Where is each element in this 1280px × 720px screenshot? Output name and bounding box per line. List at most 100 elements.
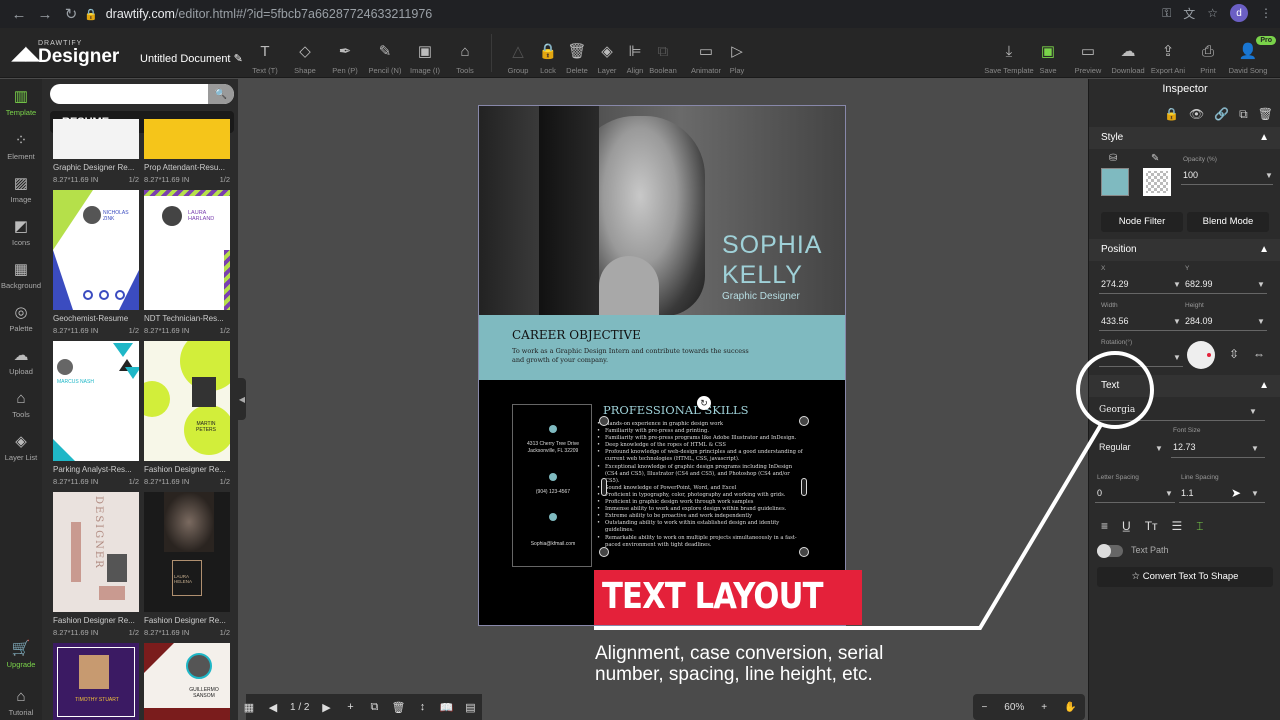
skills-list[interactable]: Hands-on experience in graphic design wo…: [597, 421, 805, 549]
page-list-icon[interactable]: ▤: [463, 701, 477, 714]
x-input[interactable]: 274.29: [1101, 279, 1129, 289]
resume-page[interactable]: SOPHIA KELLY Graphic Designer CAREER OBJ…: [478, 105, 846, 626]
template-card[interactable]: MARTIN PETERS Fashion Designer Re... 8.2…: [144, 341, 230, 486]
export-ani-button[interactable]: ⇪ Export Ani: [1146, 40, 1190, 75]
template-card[interactable]: Prop Attendant-Resu... 8.27*11.69 IN 1/2: [144, 119, 230, 184]
template-card[interactable]: DESIGNER Fashion Designer Re... 8.27*11.…: [53, 492, 139, 637]
font-size-input[interactable]: 12.73: [1173, 442, 1196, 452]
height-input[interactable]: 284.09: [1185, 316, 1213, 326]
text-box-icon[interactable]: ⌶: [1196, 519, 1203, 534]
y-input[interactable]: 682.99: [1185, 279, 1213, 289]
rail-image[interactable]: ▨ Image: [0, 174, 42, 204]
fill-bucket-icon[interactable]: ⛁: [1109, 153, 1117, 164]
print-button[interactable]: ⎙ Print: [1186, 40, 1230, 76]
hand-icon[interactable]: ✋: [1064, 702, 1076, 713]
edit-pencil-icon[interactable]: ✎: [234, 53, 243, 65]
objective-band[interactable]: CAREER OBJECTIVE To work as a Graphic De…: [479, 315, 845, 380]
user-menu[interactable]: 👤 David Song: [1226, 40, 1270, 75]
address-bar[interactable]: 🔒 drawtify.com/editor.html#/?id=5fbcb7a6…: [84, 4, 1224, 24]
chevron-down-icon[interactable]: ▼: [1265, 171, 1273, 180]
opacity-input[interactable]: 100: [1183, 170, 1198, 180]
chevron-down-icon[interactable]: ▼: [1155, 444, 1163, 453]
align-left-icon[interactable]: ≡: [1101, 519, 1108, 534]
template-card[interactable]: Graphic Designer Re... 8.27*11.69 IN 1/2: [53, 119, 139, 184]
forward-icon[interactable]: →: [34, 3, 56, 25]
template-card[interactable]: TIMOTHY STUART: [53, 643, 139, 720]
resize-handle-left[interactable]: [601, 478, 607, 496]
template-search-input[interactable]: 🔍: [50, 84, 234, 104]
play-tool[interactable]: ▷ Play: [715, 40, 759, 75]
stroke-color-swatch[interactable]: [1143, 168, 1171, 196]
zoom-level[interactable]: 60%: [1004, 702, 1024, 713]
contact-address[interactable]: 4313 Cherry Tree Drive Jacksonville, FL …: [513, 441, 593, 455]
rail-element[interactable]: ⁘ Element: [0, 131, 42, 161]
profile-avatar[interactable]: d: [1230, 4, 1248, 22]
preview-button[interactable]: ▭ Preview: [1066, 40, 1110, 75]
menu-icon[interactable]: ⋮: [1260, 6, 1272, 20]
objective-text[interactable]: To work as a Graphic Design Intern and c…: [512, 347, 752, 365]
translate-icon[interactable]: 文: [1183, 5, 1195, 22]
resume-first-name[interactable]: SOPHIA: [722, 231, 822, 260]
template-card[interactable]: LAURA HARLAND NDT Technician-Res... 8.27…: [144, 190, 230, 335]
add-page-icon[interactable]: +: [343, 701, 357, 713]
text-tool[interactable]: T Text (T): [243, 40, 287, 76]
resume-last-name[interactable]: KELLY: [722, 261, 803, 290]
zoom-out-icon[interactable]: −: [981, 702, 987, 713]
text-case-icon[interactable]: Tт: [1145, 519, 1158, 534]
convert-text-to-shape-button[interactable]: ☆ Convert Text To Shape: [1097, 567, 1273, 587]
letter-spacing-input[interactable]: 0: [1097, 488, 1102, 498]
rail-icons[interactable]: ◩ Icons: [0, 217, 42, 247]
template-card[interactable]: LAURA HELENA Fashion Designer Re... 8.27…: [144, 492, 230, 637]
canvas-area[interactable]: SOPHIA KELLY Graphic Designer CAREER OBJ…: [244, 79, 1088, 720]
template-card[interactable]: NICHOLAS ZINK Geochemist-Resume 8.27*11.…: [53, 190, 139, 335]
blend-mode-button[interactable]: Blend Mode: [1187, 212, 1269, 232]
save-button[interactable]: ▣ Save: [1026, 40, 1070, 75]
resize-handle-right[interactable]: [801, 478, 807, 496]
skills-title[interactable]: PROFESSIONAL SKILLS: [603, 403, 749, 417]
tools-tool[interactable]: ⌂ Tools: [443, 40, 487, 76]
pen-tool[interactable]: ✒ Pen (P): [323, 40, 367, 75]
download-button[interactable]: ☁ Download: [1106, 40, 1150, 75]
shape-tool[interactable]: ◇ Shape: [283, 40, 327, 75]
zoom-in-icon[interactable]: +: [1041, 702, 1047, 713]
copy-page-icon[interactable]: ⧉: [367, 701, 381, 714]
chevron-down-icon[interactable]: ▼: [1173, 280, 1181, 289]
rail-background[interactable]: ▦ Background: [0, 260, 42, 290]
contact-email[interactable]: Sophia@kfmail.com: [513, 541, 593, 548]
link-icon[interactable]: 🔗: [1214, 107, 1229, 122]
prev-page-icon[interactable]: ◀: [266, 701, 280, 714]
width-input[interactable]: 433.56: [1101, 316, 1129, 326]
position-section-header[interactable]: Position ▲: [1089, 239, 1280, 261]
collapse-panel-handle[interactable]: ◀: [238, 378, 246, 420]
book-icon[interactable]: 📖: [439, 701, 454, 714]
rail-layer-list[interactable]: ◈ Layer List: [0, 432, 42, 462]
chevron-down-icon[interactable]: ▼: [1251, 444, 1259, 453]
rail-upgrade[interactable]: 🛒 Upgrade: [0, 639, 42, 669]
rail-template[interactable]: ▥ Template: [0, 87, 42, 117]
template-card[interactable]: GUILLERMO SANSOM: [144, 643, 230, 720]
style-section-header[interactable]: Style ▲: [1089, 127, 1280, 149]
stroke-pen-icon[interactable]: ✎: [1151, 153, 1159, 164]
grid-icon[interactable]: ▦: [242, 701, 256, 714]
chevron-down-icon[interactable]: ▼: [1251, 489, 1259, 498]
resize-handle-bottom-left[interactable]: [599, 547, 609, 557]
next-page-icon[interactable]: ▶: [319, 701, 333, 714]
rotation-dial[interactable]: [1187, 341, 1215, 369]
rail-upload[interactable]: ☁ Upload: [0, 346, 42, 376]
flip-horizontal-icon[interactable]: ⇔: [1253, 347, 1265, 361]
delete-page-icon[interactable]: 🗑: [391, 701, 405, 714]
rail-palette[interactable]: ◎ Palette: [0, 303, 42, 333]
text-path-toggle[interactable]: [1097, 544, 1123, 558]
eye-icon[interactable]: 👁: [1189, 107, 1204, 122]
key-icon[interactable]: ⚿: [1162, 6, 1171, 21]
back-icon[interactable]: ←: [8, 3, 30, 25]
chevron-down-icon[interactable]: ▼: [1249, 407, 1257, 416]
list-icon[interactable]: ☰: [1172, 519, 1183, 534]
node-filter-button[interactable]: Node Filter: [1101, 212, 1183, 232]
resume-role[interactable]: Graphic Designer: [722, 291, 800, 302]
chevron-down-icon[interactable]: ▼: [1173, 353, 1181, 362]
rail-tutorial[interactable]: ⌂ Tutorial: [0, 687, 42, 717]
search-icon[interactable]: 🔍: [208, 84, 234, 104]
font-weight-select[interactable]: Regular: [1099, 442, 1131, 452]
resize-handle-bottom-right[interactable]: [799, 547, 809, 557]
